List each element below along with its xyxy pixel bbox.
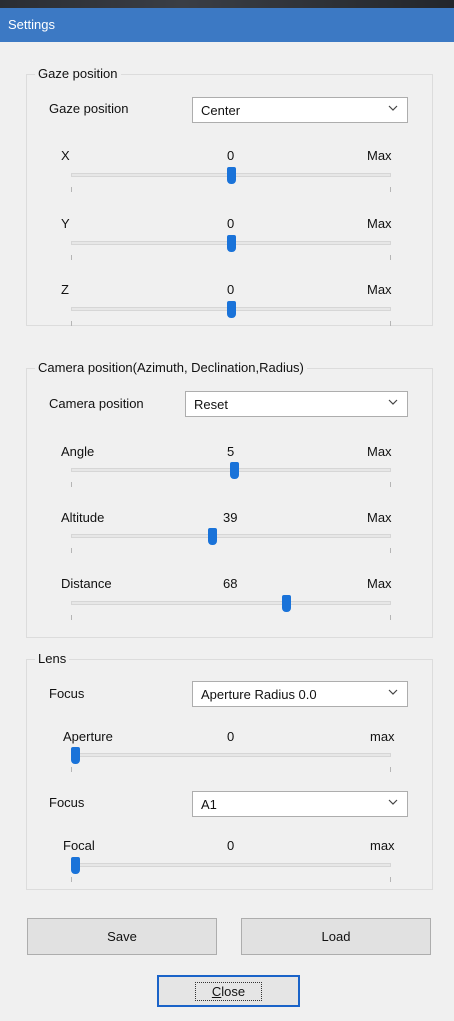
- altitude-max-label: Max: [367, 510, 392, 525]
- close-label-rest: lose: [221, 983, 246, 999]
- aperture-value: 0: [227, 729, 235, 744]
- focal-max-label: max: [370, 838, 395, 853]
- distance-max-label: Max: [367, 576, 392, 591]
- save-button-label: Save: [107, 929, 137, 944]
- slider-track: [71, 601, 391, 605]
- gaze-position-value: Center: [201, 103, 241, 118]
- distance-label: Distance: [61, 576, 112, 591]
- altitude-value: 39: [223, 510, 238, 525]
- slider-tick: [390, 321, 391, 326]
- chevron-down-icon: [388, 399, 398, 405]
- slider-thumb[interactable]: [71, 857, 80, 874]
- slider-track: [71, 534, 391, 538]
- slider-track: [71, 863, 391, 867]
- close-accelerator: C: [211, 983, 222, 999]
- slider-thumb[interactable]: [230, 462, 239, 479]
- slider-tick: [390, 482, 391, 487]
- x-slider[interactable]: [71, 167, 391, 197]
- focus-aperture-dropdown[interactable]: Aperture Radius 0.0: [192, 681, 408, 707]
- close-button[interactable]: Close: [157, 975, 300, 1007]
- z-label: Z: [61, 282, 69, 297]
- focus-a1-value: A1: [201, 797, 217, 812]
- angle-max-label: Max: [367, 444, 392, 459]
- angle-value: 5: [227, 444, 235, 459]
- focal-label: Focal: [63, 838, 95, 853]
- y-max-label: Max: [367, 216, 392, 231]
- slider-tick: [390, 255, 391, 260]
- altitude-label: Altitude: [61, 510, 105, 525]
- chevron-down-icon: [388, 689, 398, 695]
- lens-group: Lens Focus Aperture Radius 0.0 Aperture …: [26, 651, 433, 890]
- load-button[interactable]: Load: [241, 918, 431, 955]
- focus-label-1: Focus: [49, 686, 85, 701]
- camera-position-group: Camera position(Azimuth, Declination,Rad…: [26, 360, 433, 638]
- focus-a1-dropdown[interactable]: A1: [192, 791, 408, 817]
- camera-position-value: Reset: [194, 397, 228, 412]
- distance-value: 68: [223, 576, 238, 591]
- load-button-label: Load: [321, 929, 351, 944]
- slider-tick: [71, 615, 72, 620]
- angle-label: Angle: [61, 444, 95, 459]
- slider-tick: [71, 548, 72, 553]
- gaze-combo-label: Gaze position: [49, 101, 129, 116]
- slider-tick: [390, 877, 391, 882]
- y-slider[interactable]: [71, 235, 391, 265]
- y-value: 0: [227, 216, 235, 231]
- settings-dialog: Gaze position Gaze position Center X 0 M…: [0, 42, 454, 1021]
- slider-tick: [71, 482, 72, 487]
- camera-combo-label: Camera position: [49, 396, 144, 411]
- slider-thumb[interactable]: [208, 528, 217, 545]
- focus-label-2: Focus: [49, 795, 85, 810]
- slider-tick: [71, 767, 72, 772]
- close-button-label: Close: [194, 981, 263, 1001]
- slider-thumb[interactable]: [71, 747, 80, 764]
- altitude-slider[interactable]: [71, 528, 391, 558]
- chevron-down-icon: [388, 799, 398, 805]
- aperture-slider[interactable]: [71, 747, 391, 777]
- slider-tick: [390, 615, 391, 620]
- z-value: 0: [227, 282, 235, 297]
- focus-aperture-value: Aperture Radius 0.0: [201, 687, 317, 702]
- camera-group-label: Camera position(Azimuth, Declination,Rad…: [35, 360, 307, 375]
- focal-slider[interactable]: [71, 857, 391, 887]
- slider-tick: [71, 255, 72, 260]
- save-button[interactable]: Save: [27, 918, 217, 955]
- gaze-position-dropdown[interactable]: Center: [192, 97, 408, 123]
- camera-position-dropdown[interactable]: Reset: [185, 391, 408, 417]
- aperture-label: Aperture: [63, 729, 113, 744]
- slider-tick: [390, 548, 391, 553]
- x-value: 0: [227, 148, 235, 163]
- aperture-max-label: max: [370, 729, 395, 744]
- lens-group-label: Lens: [35, 651, 70, 666]
- focal-value: 0: [227, 838, 235, 853]
- slider-thumb[interactable]: [227, 167, 236, 184]
- distance-slider[interactable]: [71, 595, 391, 625]
- slider-tick: [390, 187, 391, 192]
- y-label: Y: [61, 216, 70, 231]
- slider-tick: [390, 767, 391, 772]
- chevron-down-icon: [388, 105, 398, 111]
- title-bar[interactable]: Settings: [0, 8, 454, 42]
- slider-thumb[interactable]: [227, 235, 236, 252]
- x-label: X: [61, 148, 70, 163]
- slider-track: [71, 753, 391, 757]
- x-max-label: Max: [367, 148, 392, 163]
- angle-slider[interactable]: [71, 462, 391, 492]
- window-title: Settings: [8, 17, 55, 32]
- slider-tick: [71, 187, 72, 192]
- gaze-group-label: Gaze position: [35, 66, 121, 81]
- slider-tick: [71, 877, 72, 882]
- background-strip: [0, 0, 454, 8]
- slider-thumb[interactable]: [227, 301, 236, 318]
- slider-tick: [71, 321, 72, 326]
- gaze-position-group: Gaze position Gaze position Center X 0 M…: [26, 66, 433, 326]
- z-slider[interactable]: [71, 301, 391, 331]
- z-max-label: Max: [367, 282, 392, 297]
- slider-thumb[interactable]: [282, 595, 291, 612]
